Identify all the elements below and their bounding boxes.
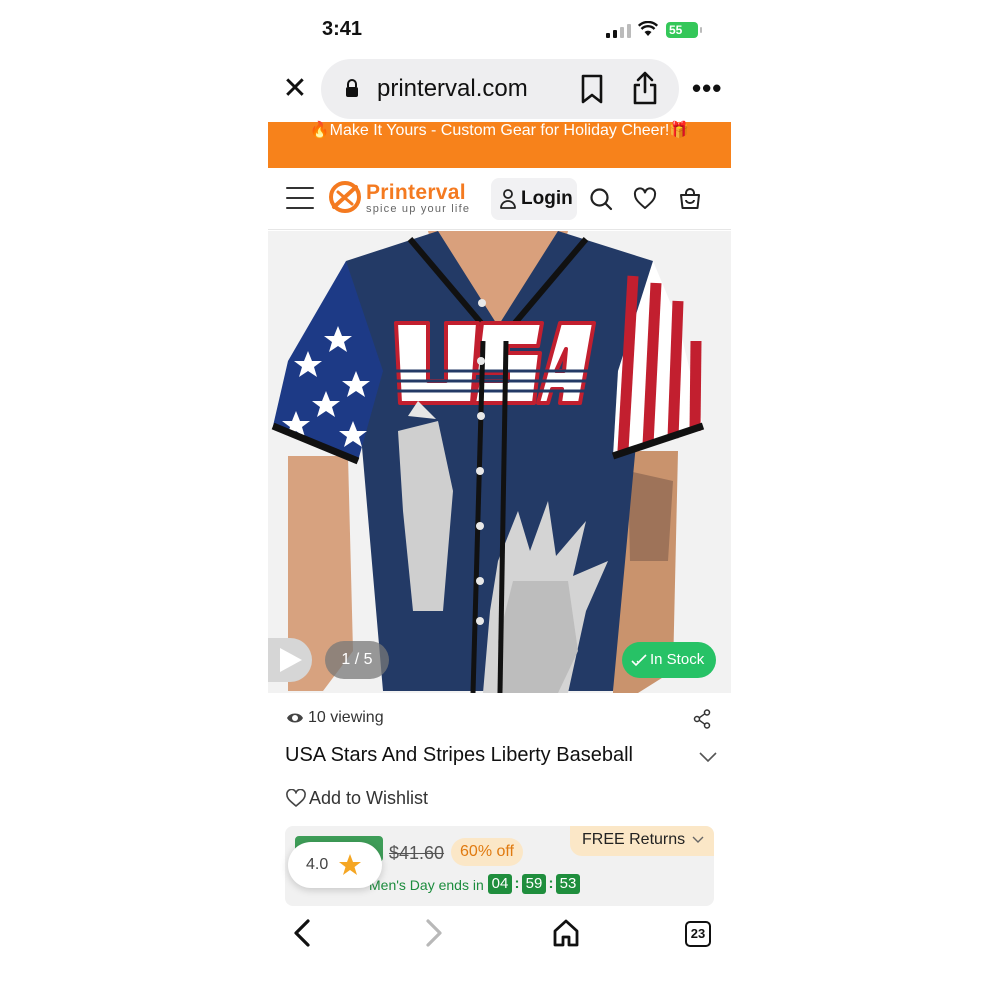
timer-seconds: 53 <box>556 874 580 894</box>
jersey-illustration <box>268 231 731 693</box>
chevron-down-icon[interactable] <box>699 751 717 763</box>
status-time: 3:41 <box>322 18 363 40</box>
image-counter: 1 / 5 <box>325 641 389 679</box>
discount-badge: 60% off <box>451 838 523 866</box>
search-icon[interactable] <box>589 187 613 211</box>
site-header: Printerval spice up your life Login <box>268 168 731 230</box>
signal-icon <box>606 24 631 38</box>
heart-outline-icon <box>286 789 306 807</box>
close-icon[interactable]: ✕ <box>280 74 310 104</box>
url-bar[interactable]: printerval.com <box>321 59 679 119</box>
deal-label: Men's Day ends in <box>369 877 484 893</box>
product-image[interactable] <box>268 231 731 693</box>
battery-level: 55 <box>669 23 683 37</box>
check-icon <box>631 654 647 667</box>
timer-hours: 04 <box>488 874 512 894</box>
brand-tagline: spice up your life <box>366 203 471 215</box>
forward-arrow-icon[interactable] <box>422 918 446 948</box>
rating-badge[interactable]: 4.0 <box>288 842 382 888</box>
battery-icon: 55 <box>666 22 702 38</box>
more-icon[interactable]: ••• <box>692 75 722 101</box>
home-icon[interactable] <box>552 918 580 948</box>
login-label: Login <box>521 188 573 209</box>
original-price: $41.60 <box>389 843 445 863</box>
star-icon <box>339 854 361 875</box>
logo-icon[interactable] <box>328 180 362 214</box>
rating-value: 4.0 <box>306 856 329 873</box>
play-icon <box>280 648 302 672</box>
wifi-icon <box>638 21 658 36</box>
promo-banner[interactable]: 🔥Make It Yours - Custom Gear for Holiday… <box>268 122 731 168</box>
play-video-button[interactable] <box>268 638 312 682</box>
lock-icon <box>346 79 358 97</box>
viewing-text: 10 viewing <box>308 709 384 726</box>
viewing-count: 10 viewing <box>286 709 384 727</box>
promo-text: 🔥Make It Yours - Custom Gear for Holiday… <box>309 122 690 139</box>
eye-icon <box>287 713 303 723</box>
stock-label: In Stock <box>650 651 705 668</box>
cart-icon[interactable] <box>678 187 702 211</box>
free-returns-label: FREE Returns <box>582 831 686 848</box>
chevron-down-icon <box>692 836 704 843</box>
login-button[interactable]: Login <box>491 178 577 220</box>
url-text[interactable]: printerval.com <box>377 75 528 103</box>
tabs-button[interactable]: 23 <box>685 921 711 947</box>
timer-minutes: 59 <box>522 874 546 894</box>
share-icon[interactable] <box>631 71 659 105</box>
user-icon <box>500 189 516 209</box>
add-to-wishlist-button[interactable]: Add to Wishlist <box>286 788 428 809</box>
bookmark-icon[interactable] <box>579 74 605 104</box>
menu-icon[interactable] <box>286 187 314 209</box>
brand-name[interactable]: Printerval <box>366 181 466 205</box>
share-nodes-icon[interactable] <box>693 709 711 729</box>
heart-icon[interactable] <box>633 187 657 211</box>
in-stock-badge: In Stock <box>622 642 716 678</box>
free-returns-button[interactable]: FREE Returns <box>570 826 714 856</box>
countdown-timer: 04:59:53 <box>488 874 580 896</box>
wishlist-label: Add to Wishlist <box>309 788 429 808</box>
back-arrow-icon[interactable] <box>290 918 314 948</box>
product-title: USA Stars And Stripes Liberty Baseball <box>285 744 633 766</box>
